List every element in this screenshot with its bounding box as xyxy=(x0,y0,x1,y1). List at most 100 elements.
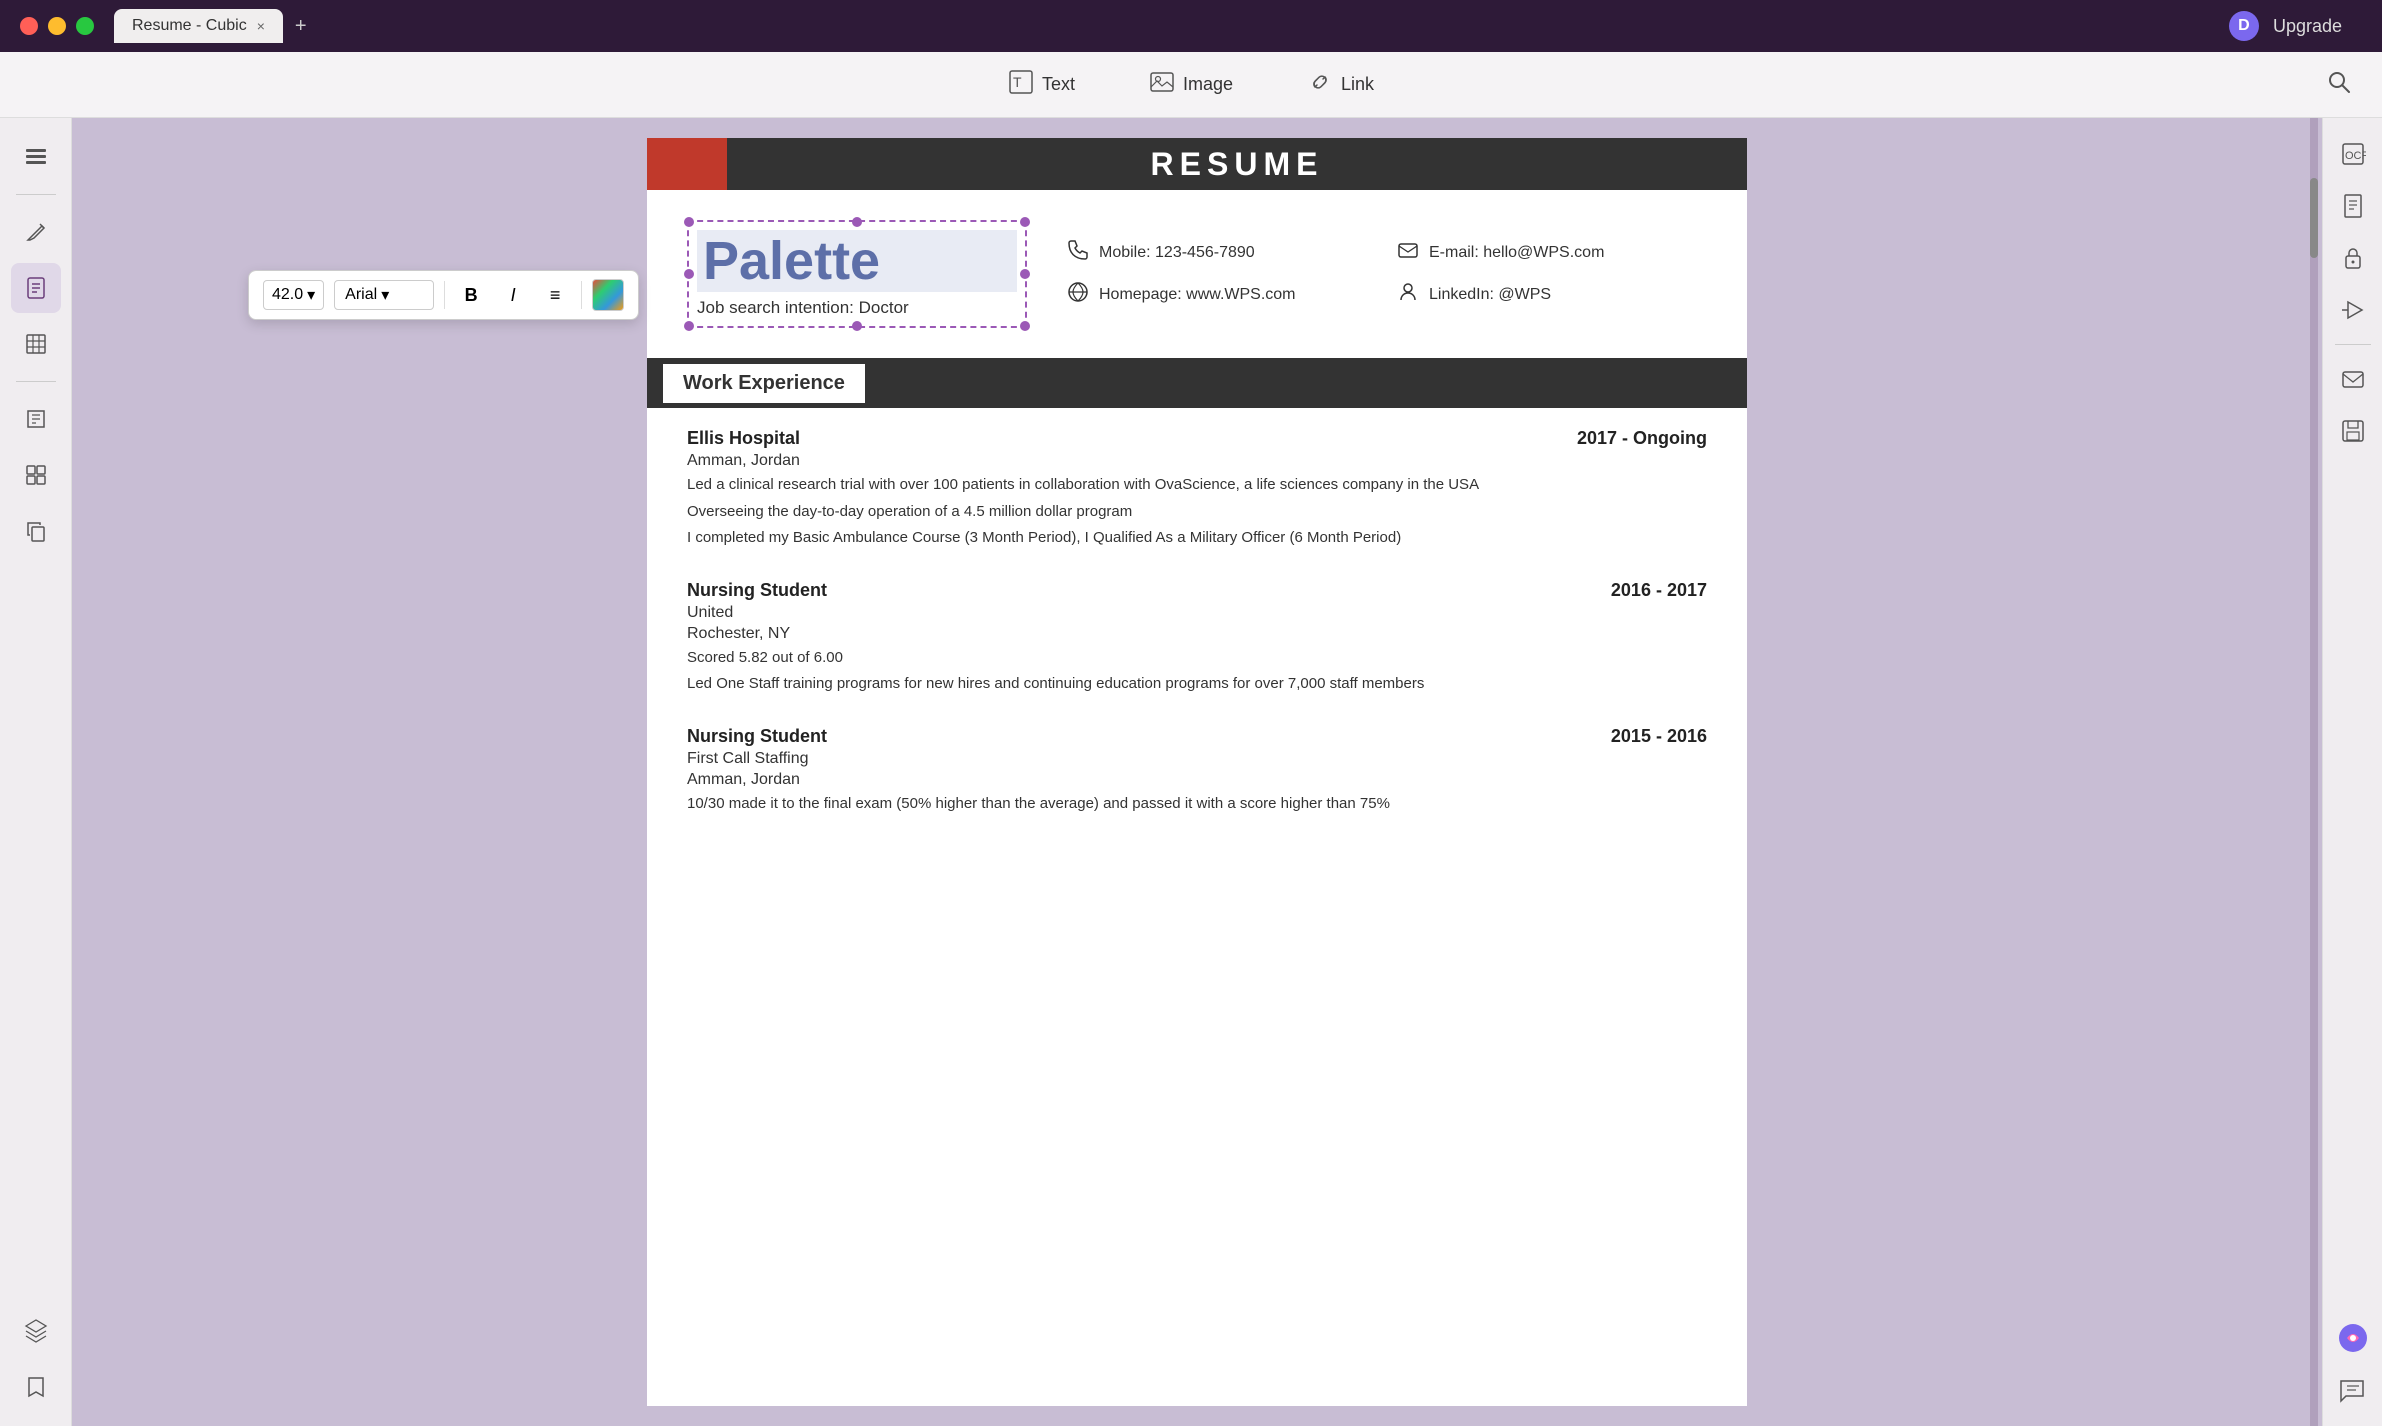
handle-ml xyxy=(684,269,694,279)
main-layout: RESUME Palette Job search intention: xyxy=(0,118,2382,1426)
tab-close-icon[interactable]: × xyxy=(257,18,265,34)
resume-title: RESUME xyxy=(727,146,1747,183)
resume-page: RESUME Palette Job search intention: xyxy=(647,138,1747,1406)
active-tab[interactable]: Resume - Cubic × xyxy=(114,9,283,43)
job-detail-0-1: Overseeing the day-to-day operation of a… xyxy=(687,501,1707,524)
right-icon-mail[interactable] xyxy=(2331,357,2375,401)
link-tool-label: Link xyxy=(1341,74,1374,95)
phone-icon xyxy=(1067,239,1089,267)
right-icon-save[interactable] xyxy=(2331,409,2375,453)
svg-text:T: T xyxy=(1013,74,1022,90)
resume-name[interactable]: Palette xyxy=(697,230,1017,292)
right-sidebar-divider xyxy=(2335,344,2371,345)
job-location-0: Amman, Jordan xyxy=(687,452,1707,470)
sidebar-icon-pen[interactable] xyxy=(11,207,61,257)
handle-tm xyxy=(852,217,862,227)
sidebar-icon-table[interactable] xyxy=(11,319,61,369)
text-tool-button[interactable]: T Text xyxy=(996,61,1087,108)
tab-label: Resume - Cubic xyxy=(132,17,247,35)
user-avatar[interactable]: D xyxy=(2229,11,2259,41)
job-company-1: Nursing Student xyxy=(687,580,827,601)
job-entry-0: Ellis Hospital 2017 - Ongoing Amman, Jor… xyxy=(687,428,1707,550)
sidebar-icon-document[interactable] xyxy=(11,263,61,313)
italic-button[interactable]: I xyxy=(497,279,529,311)
contact-email: E-mail: hello@WPS.com xyxy=(1397,239,1707,267)
color-picker-button[interactable] xyxy=(592,279,624,311)
job-company-2: Nursing Student xyxy=(687,726,827,747)
right-icon-chat[interactable] xyxy=(2331,1368,2375,1412)
sidebar-icon-layers[interactable] xyxy=(11,1306,61,1356)
job-location-1: Rochester, NY xyxy=(687,625,1707,643)
job-header-2: Nursing Student First Call Staffing 2015… xyxy=(687,726,1707,768)
job-detail-2-0: 10/30 made it to the final exam (50% hig… xyxy=(687,793,1707,816)
handle-tr xyxy=(1020,217,1030,227)
close-dot[interactable] xyxy=(20,17,38,35)
titlebar: Resume - Cubic × + D Upgrade xyxy=(0,0,2382,52)
sidebar-icon-copy[interactable] xyxy=(11,506,61,556)
work-section: Ellis Hospital 2017 - Ongoing Amman, Jor… xyxy=(647,408,1747,865)
main-toolbar: T Text Image Link xyxy=(0,52,2382,118)
email-icon xyxy=(1397,239,1419,267)
right-icon-ai[interactable] xyxy=(2331,1316,2375,1360)
right-icon-lock[interactable] xyxy=(2331,236,2375,280)
add-tab-button[interactable]: + xyxy=(289,15,313,38)
sidebar-icon-menu[interactable] xyxy=(11,132,61,182)
handle-bm xyxy=(852,321,862,331)
right-icon-share[interactable] xyxy=(2331,288,2375,332)
sidebar-divider-1 xyxy=(16,194,56,195)
job-sub-company-1: United xyxy=(687,604,827,622)
left-sidebar xyxy=(0,118,72,1426)
font-family-selector[interactable]: Arial ▾ xyxy=(334,280,434,310)
job-sub-company-2: First Call Staffing xyxy=(687,750,827,768)
job-header-1: Nursing Student United 2016 - 2017 xyxy=(687,580,1707,622)
handle-mr xyxy=(1020,269,1030,279)
tab-area: Resume - Cubic × + xyxy=(114,9,313,43)
right-icon-ocr[interactable]: OCR xyxy=(2331,132,2375,176)
handle-bl xyxy=(684,321,694,331)
maximize-dot[interactable] xyxy=(76,17,94,35)
contact-info: Mobile: 123-456-7890 E-mail: hello@WPS.c… xyxy=(1067,220,1707,328)
search-icon[interactable] xyxy=(2326,69,2352,101)
job-location-2: Amman, Jordan xyxy=(687,771,1707,789)
document-area: RESUME Palette Job search intention: xyxy=(72,118,2322,1426)
sidebar-icon-notes[interactable] xyxy=(11,394,61,444)
window-controls xyxy=(20,17,94,35)
sidebar-divider-2 xyxy=(16,381,56,382)
right-icon-page[interactable] xyxy=(2331,184,2375,228)
job-company-0: Ellis Hospital xyxy=(687,428,800,449)
scroll-thumb[interactable] xyxy=(2310,178,2318,258)
work-experience-header: Work Experience xyxy=(647,358,1747,408)
job-period-1: 2016 - 2017 xyxy=(1611,580,1707,601)
sidebar-icon-layout[interactable] xyxy=(11,450,61,500)
text-tool-icon: T xyxy=(1008,69,1034,100)
format-divider-2 xyxy=(581,281,582,309)
globe-icon xyxy=(1067,281,1089,309)
bold-button[interactable]: B xyxy=(455,279,487,311)
name-section[interactable]: Palette Job search intention: Doctor xyxy=(687,220,1027,328)
link-tool-button[interactable]: Link xyxy=(1295,61,1386,108)
font-size-selector[interactable]: 42.0 ▾ xyxy=(263,280,324,310)
list-button[interactable]: ≡ xyxy=(539,279,571,311)
image-tool-button[interactable]: Image xyxy=(1137,61,1245,108)
handle-br xyxy=(1020,321,1030,331)
font-size-value: 42.0 xyxy=(272,286,303,304)
job-detail-0-0: Led a clinical research trial with over … xyxy=(687,474,1707,497)
job-entry-1: Nursing Student United 2016 - 2017 Roche… xyxy=(687,580,1707,696)
sidebar-icon-bookmark[interactable] xyxy=(11,1362,61,1412)
job-detail-1-1: Led One Staff training programs for new … xyxy=(687,673,1707,696)
scrollbar[interactable] xyxy=(2310,118,2318,1426)
minimize-dot[interactable] xyxy=(48,17,66,35)
contact-mobile: Mobile: 123-456-7890 xyxy=(1067,239,1377,267)
contact-homepage: Homepage: www.WPS.com xyxy=(1067,281,1377,309)
linkedin-icon xyxy=(1397,281,1419,309)
job-period-0: 2017 - Ongoing xyxy=(1577,428,1707,449)
font-size-chevron: ▾ xyxy=(307,285,315,305)
font-family-chevron: ▾ xyxy=(381,285,389,305)
job-detail-1-0: Scored 5.82 out of 6.00 xyxy=(687,647,1707,670)
resume-contact-section: Palette Job search intention: Doctor Mob… xyxy=(647,190,1747,358)
right-sidebar: OCR xyxy=(2322,118,2382,1426)
job-period-2: 2015 - 2016 xyxy=(1611,726,1707,747)
format-divider-1 xyxy=(444,281,445,309)
upgrade-button[interactable]: Upgrade xyxy=(2273,16,2342,37)
svg-text:OCR: OCR xyxy=(2345,150,2366,162)
